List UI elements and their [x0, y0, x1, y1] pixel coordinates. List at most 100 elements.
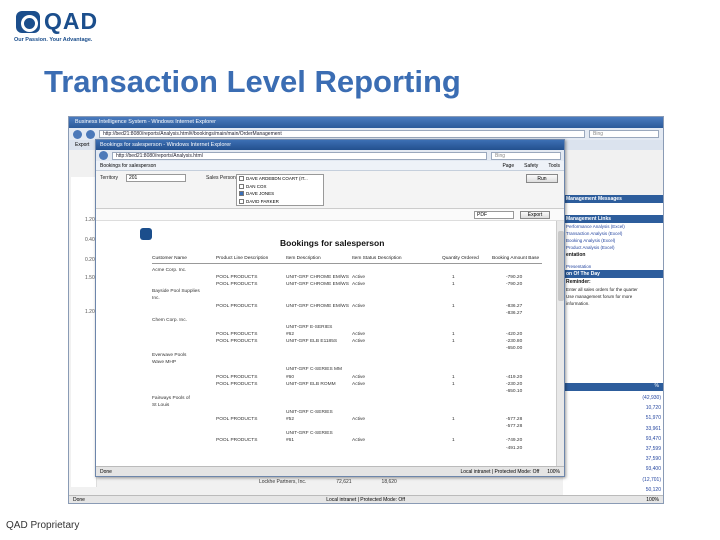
- number-cell: 93,400: [645, 466, 661, 473]
- status-cell: Active: [352, 374, 366, 380]
- product-line-cell: POOL PRODUCTS: [216, 339, 258, 344]
- export-button[interactable]: Export: [520, 211, 550, 219]
- product-line-cell: POOL PRODUCTS: [216, 417, 258, 423]
- menu-safety[interactable]: Safety: [524, 163, 538, 169]
- table-row: POOL PRODUCTS UNIT-GRF ELB E1185S Active 1 -…: [152, 339, 542, 346]
- salesperson-list[interactable]: DAVE ARDEBDN COART (IT... DAN COX DAVE J…: [236, 174, 324, 206]
- outer-status-zone: Local intranet | Protected Mode: Off: [326, 496, 405, 503]
- territory-label: Territory: [100, 175, 119, 181]
- column-header: Item Description: [286, 256, 321, 261]
- table-row: Wave MHP: [152, 360, 542, 367]
- amount-cell: -420.20: [506, 331, 523, 337]
- bottom-customer: Lockhe Partners, Inc.: [259, 479, 307, 485]
- amount-cell: -790.20: [506, 275, 523, 281]
- column-header: Product Line Description: [216, 256, 269, 261]
- salesperson-option[interactable]: DAN COX: [237, 183, 323, 191]
- status-cell: Active: [352, 339, 366, 344]
- checkbox-icon[interactable]: [239, 183, 244, 189]
- menu-tools[interactable]: Tools: [548, 163, 560, 169]
- number-cell: 93,470: [645, 435, 661, 442]
- quantity-cell: 1: [452, 339, 455, 344]
- panel-link[interactable]: Booking Analysis (Excel): [563, 237, 663, 244]
- number-cell: 51,970: [645, 415, 661, 422]
- inner-status-text: Done: [100, 468, 112, 475]
- background-right-panel: Management Messages Management Links Per…: [563, 195, 663, 495]
- report-header-row: Customer Name Product Line Description I…: [152, 256, 542, 264]
- table-row: UNIT-GRF C-SERIES: [152, 431, 542, 438]
- report-scrollbar[interactable]: [556, 221, 564, 467]
- table-row: POOL PRODUCTS #60 Active 1 -419.20: [152, 375, 542, 382]
- table-row: Acme Corp. Inc.: [152, 268, 542, 275]
- inner-search-input[interactable]: Bing: [491, 151, 561, 160]
- status-cell: Active: [352, 438, 366, 444]
- format-select[interactable]: PDF: [474, 211, 514, 219]
- panel-link[interactable]: Performance Analysis (Excel): [563, 223, 663, 230]
- checkbox-checked-icon[interactable]: [239, 191, 244, 197]
- table-row: UNIT-GRF C-SERIES: [152, 410, 542, 417]
- bottom-value: 72,621: [336, 479, 352, 485]
- item-cell: #60: [286, 374, 295, 380]
- table-row: POOL PRODUCTS #61 Active 1 -749.20: [152, 438, 542, 445]
- product-line-cell: POOL PRODUCTS: [216, 438, 258, 444]
- column-header: Booking Amount Base: [492, 256, 540, 261]
- menu-page[interactable]: Page: [502, 163, 514, 169]
- axis-value: 1.20: [85, 217, 95, 223]
- axis-value: 0.40: [85, 237, 95, 243]
- customer-cell: Inc.: [152, 296, 160, 302]
- customer-cell: Bayside Pool Supplies: [152, 289, 200, 295]
- column-header: Customer Name: [152, 256, 187, 261]
- numbers-header-right: %: [654, 383, 659, 389]
- outer-url-input[interactable]: http://bed21:8080/reports/Analysis.html#…: [99, 130, 585, 138]
- numbers-column: (42,930) 10,720 51,970 33,961 93,470 37,…: [623, 395, 663, 497]
- reminder-line: information.: [566, 301, 590, 306]
- outer-zoom[interactable]: 100%: [646, 497, 659, 503]
- numbers-header: %: [563, 383, 663, 391]
- outer-search-input[interactable]: Bing: [589, 130, 659, 138]
- salesperson-option[interactable]: DAVE ARDEBDN COART (IT...: [237, 175, 323, 183]
- panel-link[interactable]: Presentation: [563, 263, 663, 270]
- back-icon[interactable]: [99, 151, 108, 160]
- amount-cell: -230.80: [506, 339, 523, 344]
- customer-cell: Acme Corp. Inc.: [152, 268, 187, 273]
- qad-logo-icon: [16, 11, 40, 33]
- inner-tab[interactable]: Bookings for salesperson: [100, 163, 156, 169]
- inner-toolbar: Bookings for salesperson Page Safety Too…: [96, 161, 564, 171]
- panel-header: on Of The Day: [563, 270, 663, 278]
- territory-select[interactable]: 201: [126, 174, 186, 182]
- item-cell: UNIT-GRF ELB ROMM: [286, 381, 336, 387]
- inner-url-input[interactable]: http://bed21:8080/reports/Analysis.html: [112, 151, 487, 160]
- back-icon[interactable]: [73, 129, 82, 139]
- item-cell: UNIT-GRF CHROME EM/WS: [286, 282, 349, 288]
- item-cell: UNIT-GRF C-SERIES MM: [286, 367, 342, 373]
- scroll-thumb[interactable]: [558, 231, 564, 301]
- forward-icon[interactable]: [86, 129, 95, 139]
- report-logo-icon: [140, 228, 152, 240]
- quantity-cell: 1: [452, 438, 455, 444]
- checkbox-icon[interactable]: [239, 176, 244, 182]
- inner-zoom[interactable]: 100%: [547, 469, 560, 475]
- panel-link[interactable]: Transaction Analysis (Excel): [563, 230, 663, 237]
- inner-status-bar: Done Local intranet | Protected Mode: Of…: [96, 466, 564, 476]
- panel-link[interactable]: Product Analysis (Excel): [563, 244, 663, 251]
- axis-value: 1.20: [85, 309, 95, 315]
- report-body: Bookings for salesperson Customer Name P…: [96, 222, 556, 468]
- customer-cell: St Louis: [152, 402, 170, 408]
- report-title: Bookings for salesperson: [280, 238, 385, 248]
- reminder-line: Enter all sales orders for the quarter: [566, 287, 638, 292]
- salesperson-option[interactable]: DAVID PARKER: [237, 198, 323, 206]
- run-button[interactable]: Run: [526, 174, 558, 183]
- checkbox-icon[interactable]: [239, 198, 244, 204]
- table-row: POOL PRODUCTS #62 Active 1 -420.20: [152, 332, 542, 339]
- item-cell: UNIT-GRF CHROME EM/WS: [286, 303, 349, 309]
- amount-cell: -577.28: [506, 417, 523, 423]
- table-row: POOL PRODUCTS UNIT-GRF ELB ROMM Active 1 -23…: [152, 382, 542, 389]
- amount-cell: -577.28: [506, 424, 523, 430]
- table-row: Inc.: [152, 296, 542, 303]
- number-cell: 10,720: [645, 405, 661, 412]
- table-row: Everwave Pools: [152, 353, 542, 360]
- item-cell: UNIT-GRF E-SERIES: [286, 324, 333, 330]
- status-cell: Active: [352, 282, 366, 288]
- amount-cell: -836.27: [506, 303, 523, 309]
- outer-browser-window: Business Intelligence System - Windows I…: [68, 116, 664, 504]
- salesperson-option[interactable]: DAVE JONES: [237, 190, 323, 198]
